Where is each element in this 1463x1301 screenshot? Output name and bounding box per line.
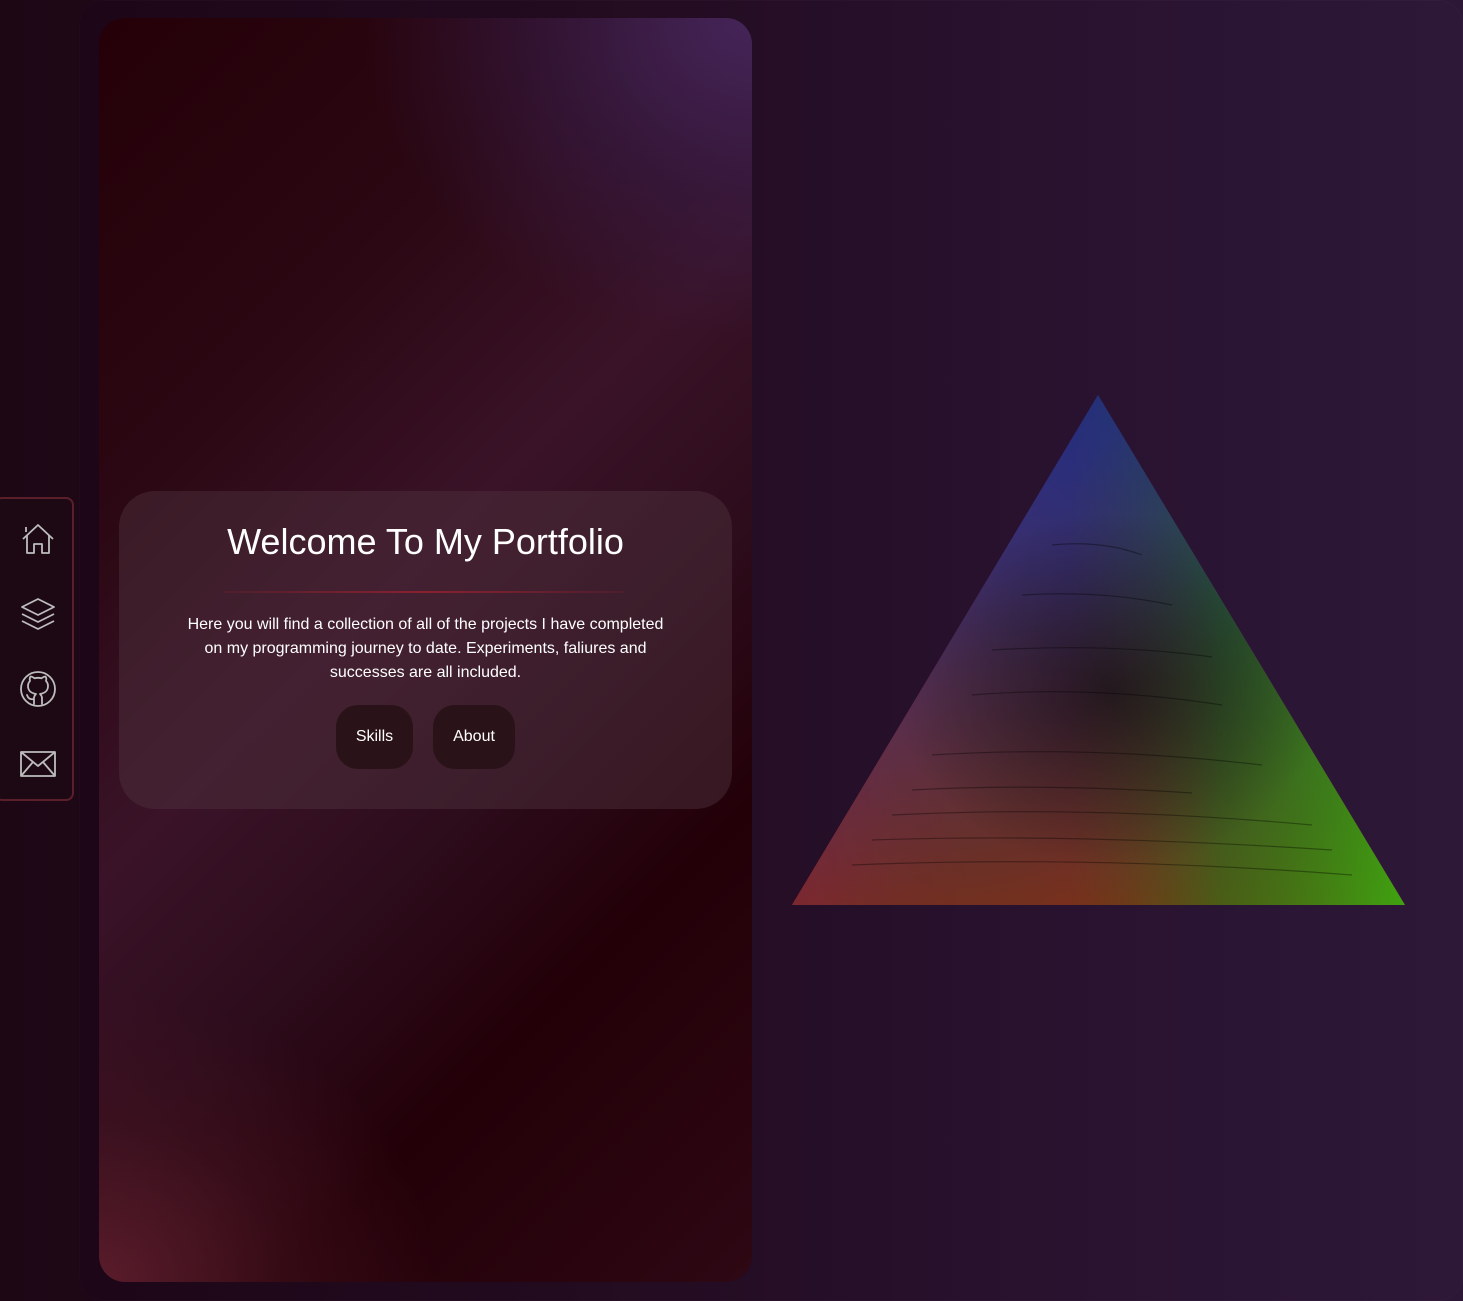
sidebar-nav xyxy=(0,497,74,801)
page-background: Welcome To My Portfolio Here you will fi… xyxy=(0,0,1463,1301)
github-icon xyxy=(20,671,56,707)
skills-button[interactable]: Skills xyxy=(336,705,413,769)
home-icon xyxy=(22,524,54,554)
sidebar-item-projects[interactable] xyxy=(18,594,58,634)
about-button[interactable]: About xyxy=(433,705,515,769)
mail-icon xyxy=(20,751,56,777)
layers-icon xyxy=(21,598,55,630)
welcome-card: Welcome To My Portfolio Here you will fi… xyxy=(119,491,732,809)
sidebar-item-github[interactable] xyxy=(18,669,58,709)
rainbow-triangle-image xyxy=(792,395,1405,905)
title-divider xyxy=(225,591,623,593)
welcome-description: Here you will find a collection of all o… xyxy=(187,616,664,681)
page-title: Welcome To My Portfolio xyxy=(227,521,624,562)
sidebar-item-contact[interactable] xyxy=(18,744,58,784)
sidebar-item-home[interactable] xyxy=(18,519,58,559)
